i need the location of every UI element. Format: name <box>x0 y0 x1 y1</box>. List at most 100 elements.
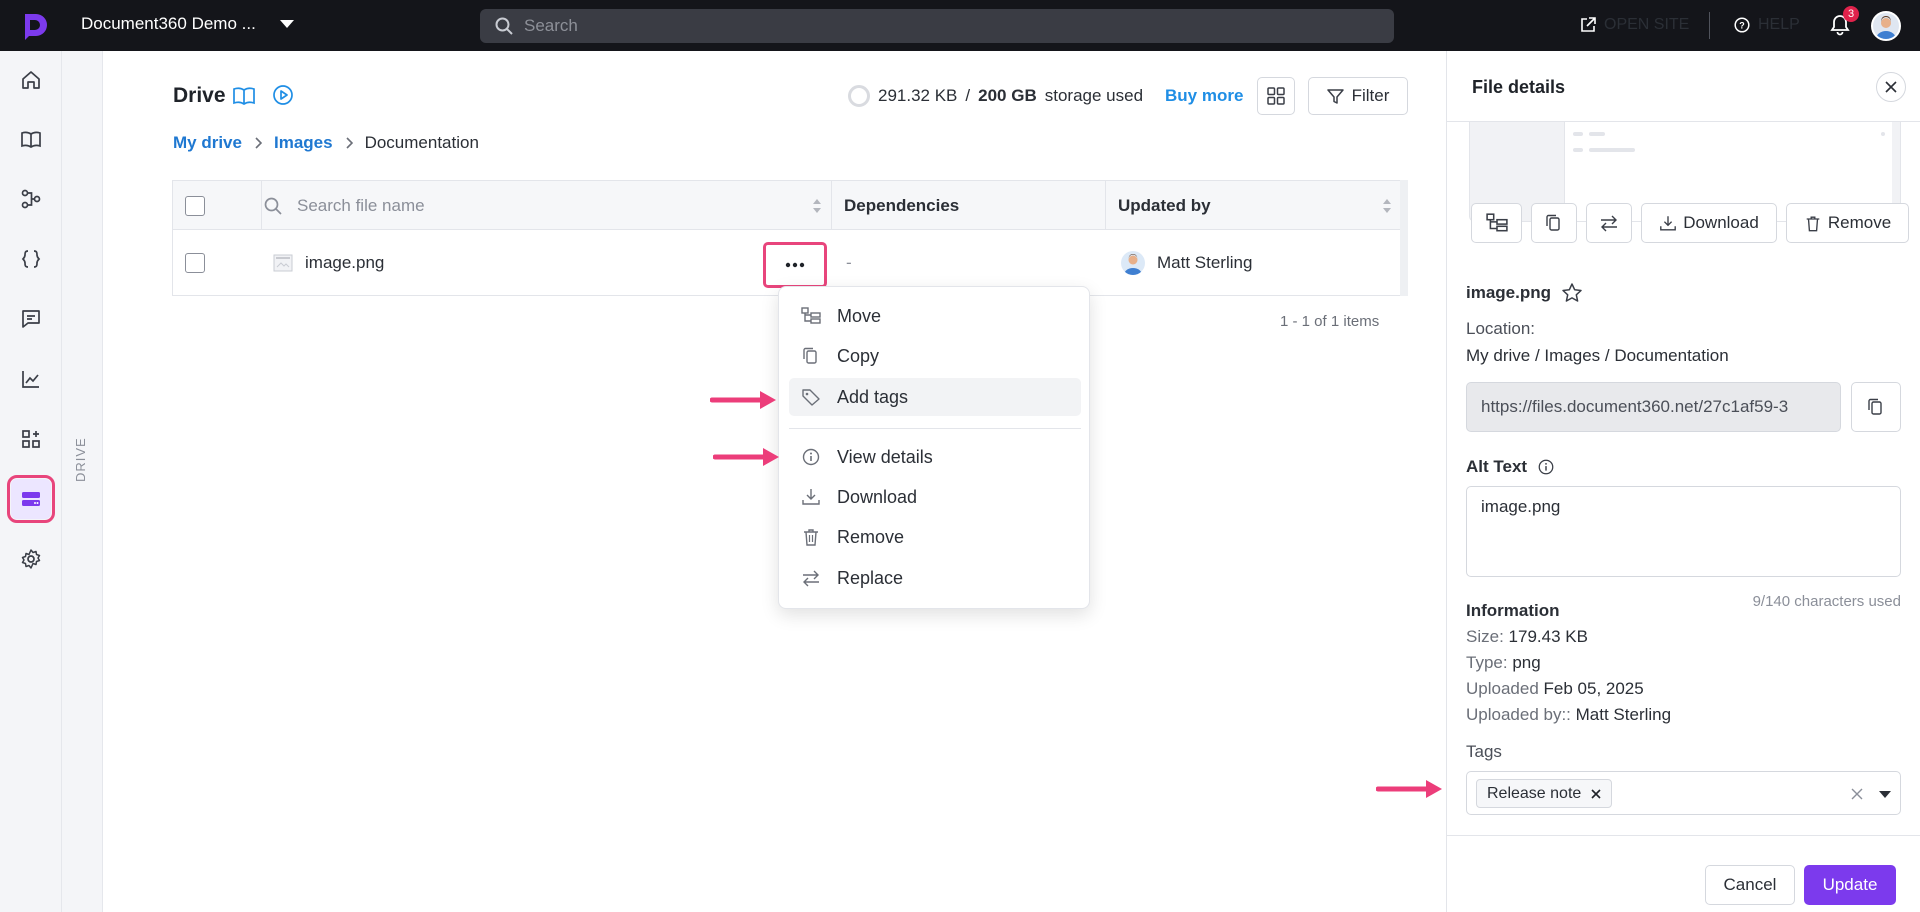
replace-button[interactable] <box>1586 203 1632 243</box>
chevron-down-icon <box>279 20 294 28</box>
file-details-panel: File details Download Remove image.png L… <box>1446 51 1920 912</box>
files-table: Dependencies Updated by image.png - Matt… <box>172 180 1408 296</box>
filter-button[interactable]: Filter <box>1308 77 1408 115</box>
move-icon <box>801 307 821 324</box>
api-braces-icon[interactable] <box>11 239 51 279</box>
file-name-search[interactable] <box>263 181 677 230</box>
preview-line <box>1881 132 1885 136</box>
file-name-cell[interactable]: image.png <box>273 231 384 295</box>
menu-item-move[interactable]: Move <box>789 297 1081 335</box>
left-nav-rail <box>0 51 62 912</box>
integrations-icon[interactable] <box>11 419 51 459</box>
dependencies-header: Dependencies <box>844 195 960 215</box>
file-name-search-input[interactable] <box>297 195 677 216</box>
cancel-button[interactable]: Cancel <box>1705 865 1795 905</box>
preview-line <box>1573 148 1583 152</box>
info-uploaded-value: Feb 05, 2025 <box>1543 679 1644 698</box>
file-name: image.png <box>305 253 385 272</box>
clear-tags-icon[interactable] <box>1851 788 1863 800</box>
menu-label: Move <box>837 305 882 326</box>
copy-button[interactable] <box>1531 203 1577 243</box>
copy-icon <box>1868 398 1882 415</box>
updated-by-header[interactable]: Updated by <box>1118 181 1211 230</box>
menu-label: Add tags <box>837 386 909 407</box>
filter-icon <box>1326 88 1344 104</box>
grid-icon <box>1267 87 1285 105</box>
search-icon <box>495 17 513 35</box>
help-link[interactable]: ? HELP <box>1734 16 1800 34</box>
menu-item-copy[interactable]: Copy <box>789 337 1081 375</box>
menu-item-view-details[interactable]: View details <box>789 438 1081 476</box>
copy-icon <box>1546 214 1560 231</box>
home-icon[interactable] <box>11 60 51 100</box>
sort-icon[interactable] <box>1383 199 1391 213</box>
help-label: HELP <box>1758 16 1800 33</box>
close-icon <box>1885 81 1897 93</box>
breadcrumb-images[interactable]: Images <box>274 133 333 153</box>
breadcrumb: My drive Images Documentation <box>173 133 479 153</box>
video-play-icon[interactable] <box>272 84 294 111</box>
search-icon <box>264 197 282 215</box>
buy-more-link[interactable]: Buy more <box>1165 86 1243 106</box>
alt-text-input[interactable]: image.png <box>1466 486 1901 577</box>
alt-text-label: Alt Text <box>1466 457 1555 477</box>
table-scrollbar[interactable] <box>1400 180 1408 296</box>
download-button[interactable]: Download <box>1641 203 1777 243</box>
star-icon[interactable] <box>1561 282 1583 304</box>
more-actions-button[interactable] <box>763 242 827 288</box>
drive-icon[interactable] <box>7 475 55 523</box>
copy-url-button[interactable] <box>1851 382 1901 432</box>
close-icon[interactable] <box>1591 788 1601 799</box>
tags-label: Tags <box>1466 742 1502 761</box>
file-url-field[interactable]: https://files.document360.net/27c1af59-3 <box>1466 382 1841 432</box>
info-size-label: Size: <box>1466 627 1504 646</box>
tags-select[interactable]: Release note <box>1466 771 1901 815</box>
information-title: Information <box>1466 601 1560 620</box>
menu-label: Remove <box>837 526 905 547</box>
analytics-icon[interactable] <box>11 359 51 399</box>
documentation-book-icon[interactable] <box>233 86 255 111</box>
document360-logo[interactable] <box>20 11 50 41</box>
close-panel-button[interactable] <box>1876 72 1906 102</box>
panel-footer-divider <box>1447 835 1920 836</box>
menu-item-download[interactable]: Download <box>789 478 1081 516</box>
table-header: Dependencies Updated by <box>173 181 1407 230</box>
sort-icon[interactable] <box>813 199 821 213</box>
user-avatar[interactable] <box>1871 11 1901 41</box>
book-icon[interactable] <box>11 119 51 159</box>
breadcrumb-my-drive[interactable]: My drive <box>173 133 242 153</box>
location-value: My drive / Images / Documentation <box>1466 346 1729 365</box>
menu-item-remove[interactable]: Remove <box>789 518 1081 556</box>
updated-by-name: Matt Sterling <box>1157 253 1253 272</box>
settings-icon[interactable] <box>11 539 51 579</box>
info-icon <box>802 448 820 466</box>
download-icon <box>1660 215 1677 230</box>
info-icon[interactable] <box>1537 458 1555 476</box>
update-button[interactable]: Update <box>1804 865 1896 905</box>
workflow-icon[interactable] <box>11 179 51 219</box>
open-site-link[interactable]: OPEN SITE <box>1580 16 1689 34</box>
global-search-input[interactable] <box>524 16 1324 36</box>
select-all-checkbox[interactable] <box>185 195 205 216</box>
menu-item-replace[interactable]: Replace <box>789 559 1081 597</box>
storage-used: 291.32 KB <box>878 86 958 105</box>
menu-item-add-tags[interactable]: Add tags <box>789 378 1081 416</box>
preview-line <box>1589 132 1605 136</box>
download-icon <box>802 489 820 505</box>
info-uploaded-label: Uploaded <box>1466 679 1539 698</box>
row-select-cell <box>185 231 205 295</box>
remove-button[interactable]: Remove <box>1786 203 1909 243</box>
grid-view-button[interactable] <box>1257 77 1295 115</box>
detail-file-name: image.png <box>1466 282 1583 304</box>
column-divider <box>261 181 262 230</box>
chevron-down-icon[interactable] <box>1879 791 1891 798</box>
move-button[interactable] <box>1471 203 1522 243</box>
trash-icon <box>1806 216 1820 231</box>
project-switcher[interactable]: Document360 Demo ... <box>81 14 294 34</box>
column-divider <box>1105 181 1106 230</box>
row-checkbox[interactable] <box>185 253 205 273</box>
file-context-menu: Move Copy Add tags View details Download… <box>778 286 1090 609</box>
global-search[interactable] <box>480 9 1394 43</box>
feedback-icon[interactable] <box>11 299 51 339</box>
file-action-bar: Download Remove <box>1471 203 1909 243</box>
